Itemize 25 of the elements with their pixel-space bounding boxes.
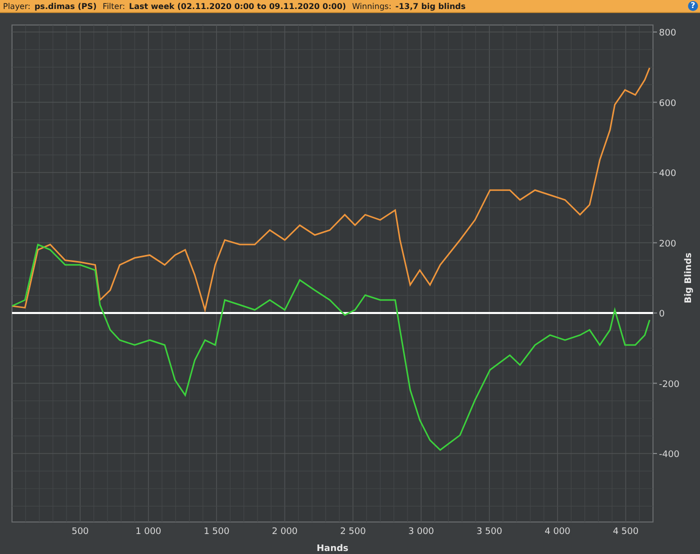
y-tick-label: -400: [659, 450, 680, 460]
help-button[interactable]: ?: [688, 1, 698, 11]
y-axis-title: Big Blinds: [684, 252, 694, 304]
x-axis-title: Hands: [316, 544, 348, 554]
x-tick-label: 2 000: [272, 527, 298, 537]
y-tick-label: 800: [659, 28, 676, 39]
x-tick-label: 3 000: [408, 527, 434, 537]
field-value: -13,7 big blinds: [395, 2, 466, 10]
field-label: Filter:: [102, 2, 126, 10]
x-tick-label: 500: [72, 527, 89, 537]
x-tick-label: 1 000: [136, 527, 162, 537]
field-label: Player:: [3, 2, 30, 10]
y-tick-label: 600: [659, 98, 676, 109]
y-tick-label: 0: [659, 310, 665, 320]
x-tick-label: 1 500: [204, 527, 230, 537]
y-tick-label: 400: [659, 169, 676, 180]
field-label: Winnings:: [352, 2, 392, 10]
y-tick-label: -200: [659, 380, 680, 390]
field-value: ps.dimas (PS): [34, 2, 97, 10]
x-tick-label: 4 000: [544, 527, 570, 537]
x-tick-label: 3 500: [476, 527, 502, 537]
x-tick-label: 2 500: [340, 527, 366, 537]
x-tick-label: 4 500: [612, 527, 639, 537]
field-value: Last week (02.11.2020 0:00 to 09.11.2020 0:00): [129, 2, 346, 10]
y-tick-label: 200: [659, 239, 676, 250]
